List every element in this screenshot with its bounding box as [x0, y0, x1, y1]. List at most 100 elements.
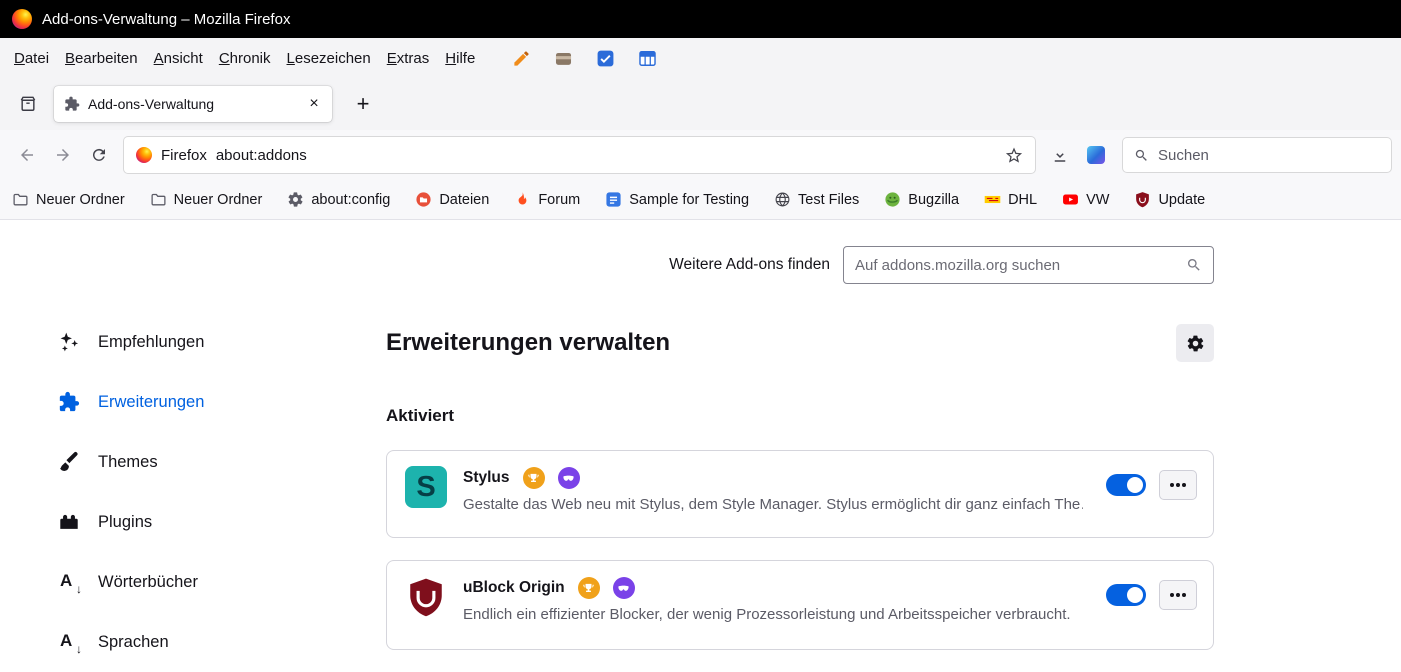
bookmark-dateien[interactable]: Dateien: [415, 191, 489, 208]
bugzilla-icon: [884, 191, 901, 208]
bookmark-neuer-ordner-1[interactable]: Neuer Ordner: [12, 191, 125, 208]
browser-search-bar[interactable]: Suchen: [1123, 138, 1391, 172]
youtube-icon: [1062, 191, 1079, 208]
menu-lesezeichen[interactable]: Lesezeichen: [279, 46, 379, 71]
addon-enable-toggle[interactable]: [1106, 474, 1146, 496]
ublock-icon: [1134, 191, 1151, 208]
ublock-addon-icon: [405, 576, 447, 618]
tab-addons-manager[interactable]: Add-ons-Verwaltung: [54, 86, 332, 122]
menu-hilfe[interactable]: Hilfe: [437, 46, 483, 71]
bookmark-vw[interactable]: VW: [1062, 191, 1109, 208]
language-icon: [58, 631, 80, 653]
sidebar-item-label: Erweiterungen: [98, 393, 204, 412]
sidebar-item-empfehlungen[interactable]: Empfehlungen: [0, 312, 340, 372]
highlighter-icon[interactable]: [511, 48, 531, 68]
url-text: about:addons: [216, 147, 307, 164]
files-icon: [415, 191, 432, 208]
address-bar[interactable]: Firefox about:addons: [124, 137, 1035, 173]
bookmark-test-files[interactable]: Test Files: [774, 191, 859, 208]
tab-title: Add-ons-Verwaltung: [88, 96, 294, 112]
sidebar-item-sprachen[interactable]: Sprachen: [0, 612, 340, 672]
table-icon[interactable]: [637, 48, 657, 68]
bookmark-update[interactable]: Update: [1134, 191, 1205, 208]
bookmarks-toolbar: Neuer Ordner Neuer Ordner about:config D…: [0, 180, 1401, 220]
bookmark-label: Dateien: [439, 192, 489, 208]
addon-more-options-button[interactable]: [1159, 580, 1197, 610]
menu-chronik[interactable]: Chronik: [211, 46, 279, 71]
menu-bar: Datei Bearbeiten Ansicht Chronik Lesezei…: [0, 38, 1401, 78]
addon-name-link[interactable]: Stylus: [463, 469, 510, 487]
verified-mask-badge: [558, 467, 580, 489]
stylus-addon-icon: S: [405, 466, 447, 508]
menubar-extension-icons: [511, 48, 657, 68]
recommended-trophy-badge: [578, 577, 600, 599]
translate-check-icon[interactable]: [595, 48, 615, 68]
menu-bearbeiten[interactable]: Bearbeiten: [57, 46, 146, 71]
sidebar-item-label: Empfehlungen: [98, 333, 204, 352]
extension-toolbar-button[interactable]: [1079, 138, 1113, 172]
trophy-icon: [582, 582, 595, 595]
firefox-view-button[interactable]: [10, 86, 46, 122]
addon-card-ublock-origin[interactable]: uBlock Origin Endlich ein effizienter Bl…: [386, 560, 1214, 650]
sidebar-item-label: Sprachen: [98, 633, 169, 652]
folder-icon: [150, 191, 167, 208]
sidebar-item-woerterbuecher[interactable]: Wörterbücher: [0, 552, 340, 612]
addons-sidebar: Empfehlungen Erweiterungen Themes Plugin…: [0, 312, 340, 672]
search-placeholder: Suchen: [1158, 147, 1209, 164]
search-icon: [1134, 148, 1149, 163]
trophy-icon: [527, 472, 540, 485]
bookmark-sample-for-testing[interactable]: Sample for Testing: [605, 191, 749, 208]
dhl-icon: [984, 191, 1001, 208]
window-titlebar: Add-ons-Verwaltung – Mozilla Firefox: [0, 0, 1401, 38]
window-title: Add-ons-Verwaltung – Mozilla Firefox: [42, 11, 290, 28]
menu-datei[interactable]: Datei: [6, 46, 57, 71]
addon-more-options-button[interactable]: [1159, 470, 1197, 500]
site-identity-label: Firefox: [161, 147, 207, 164]
bookmark-star-button[interactable]: [997, 138, 1031, 172]
puzzle-icon: [58, 391, 80, 413]
addon-enable-toggle[interactable]: [1106, 584, 1146, 606]
download-icon: [1051, 146, 1069, 164]
bookmark-label: Neuer Ordner: [36, 192, 125, 208]
bookmark-dhl[interactable]: DHL: [984, 191, 1037, 208]
reload-button[interactable]: [82, 138, 116, 172]
bookmark-label: Bugzilla: [908, 192, 959, 208]
menu-ansicht[interactable]: Ansicht: [146, 46, 211, 71]
forward-button[interactable]: [46, 138, 80, 172]
bookmark-label: DHL: [1008, 192, 1037, 208]
dictionary-icon: [58, 571, 80, 593]
document-icon: [605, 191, 622, 208]
addon-card-stylus[interactable]: S Stylus Gestalte das Web neu mit Stylus…: [386, 450, 1214, 538]
bookmark-label: VW: [1086, 192, 1109, 208]
wallet-icon[interactable]: [553, 48, 573, 68]
new-tab-button[interactable]: [348, 89, 378, 119]
ellipsis-icon: [1176, 483, 1180, 487]
addons-settings-button[interactable]: [1176, 324, 1214, 362]
addon-name-link[interactable]: uBlock Origin: [463, 579, 565, 597]
firefox-site-icon: [136, 147, 152, 163]
addon-description: Endlich ein effizienter Blocker, der wen…: [463, 606, 1083, 623]
archive-box-icon: [18, 94, 38, 114]
back-arrow-icon: [18, 146, 36, 164]
section-enabled-label: Aktiviert: [386, 406, 454, 426]
forward-arrow-icon: [54, 146, 72, 164]
menu-extras[interactable]: Extras: [379, 46, 438, 71]
sidebar-item-plugins[interactable]: Plugins: [0, 492, 340, 552]
paintbrush-icon: [58, 451, 80, 473]
bookmark-label: Neuer Ordner: [174, 192, 263, 208]
navigation-toolbar: Firefox about:addons Suchen: [0, 130, 1401, 180]
mask-icon: [562, 472, 575, 485]
puzzle-icon: [64, 96, 80, 112]
gear-icon: [287, 191, 304, 208]
sidebar-item-erweiterungen[interactable]: Erweiterungen: [0, 372, 340, 432]
bookmark-label: Forum: [538, 192, 580, 208]
bookmark-about-config[interactable]: about:config: [287, 191, 390, 208]
tab-close-button[interactable]: [302, 92, 326, 116]
bookmark-forum[interactable]: Forum: [514, 191, 580, 208]
bookmark-neuer-ordner-2[interactable]: Neuer Ordner: [150, 191, 263, 208]
bookmark-bugzilla[interactable]: Bugzilla: [884, 191, 959, 208]
bookmark-label: about:config: [311, 192, 390, 208]
back-button[interactable]: [10, 138, 44, 172]
sidebar-item-themes[interactable]: Themes: [0, 432, 340, 492]
downloads-button[interactable]: [1043, 138, 1077, 172]
